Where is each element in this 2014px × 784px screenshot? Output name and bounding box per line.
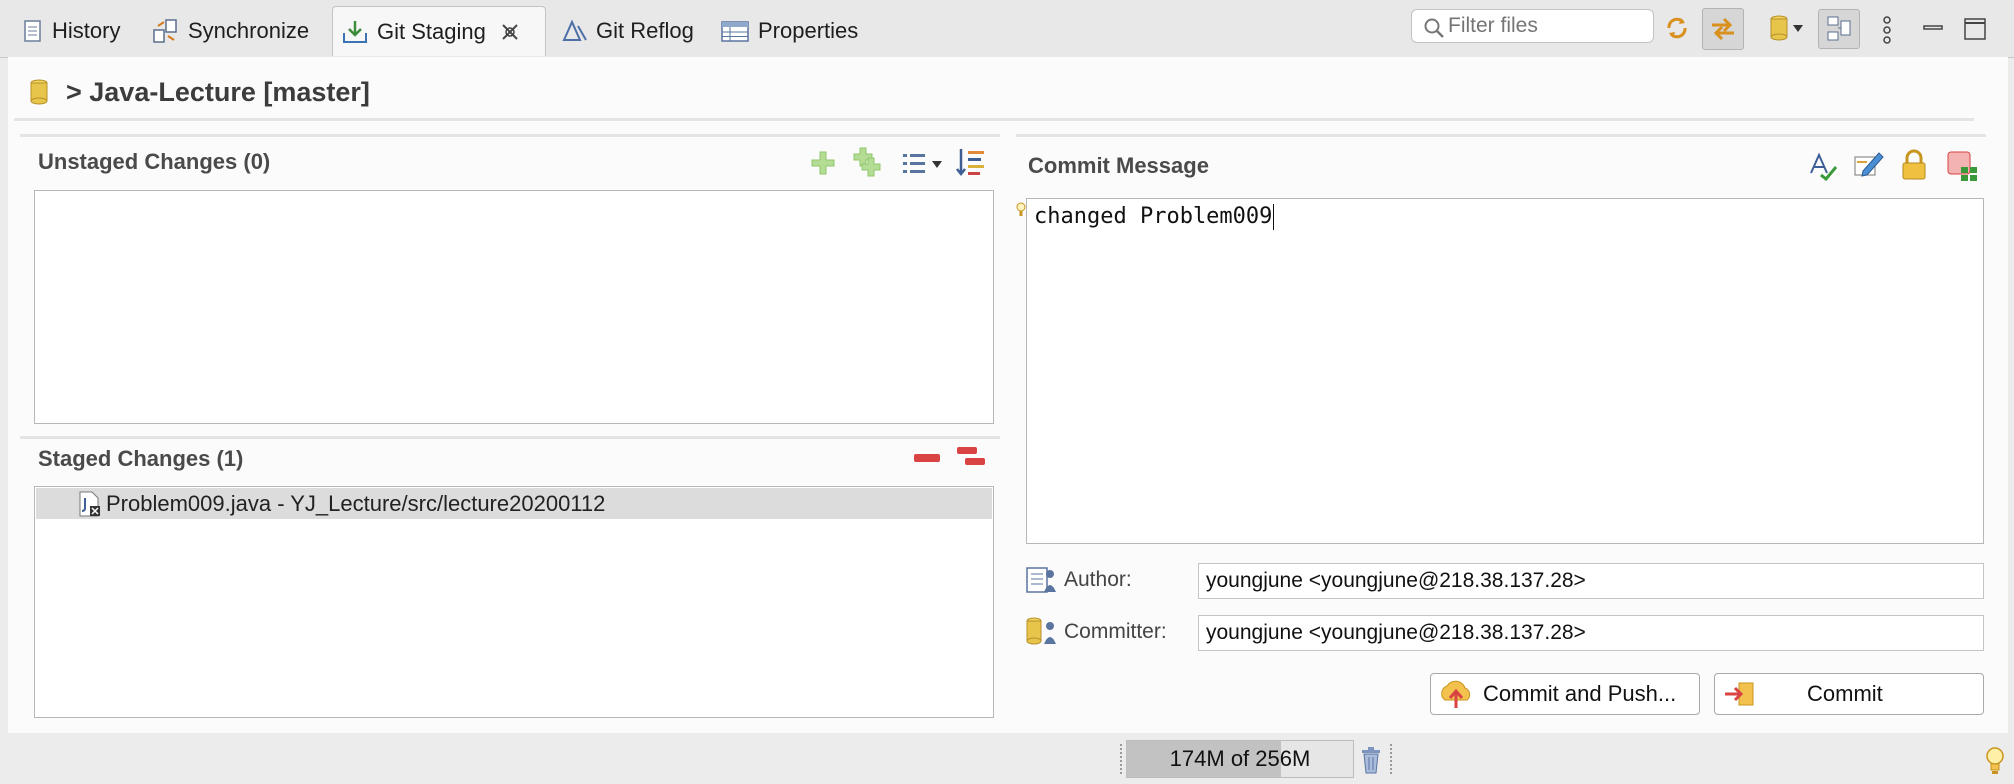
refresh-button[interactable]: [1662, 13, 1692, 43]
history-icon: [24, 20, 41, 42]
status-grip-right: [1390, 744, 1395, 774]
view-menu-button[interactable]: [1874, 13, 1900, 47]
remove-icon: [914, 454, 940, 462]
tab-history-label: History: [52, 18, 121, 43]
remove-all-icon: [957, 447, 985, 465]
repository-icon: [30, 79, 48, 105]
commit-message-text: changed Problem009: [1034, 204, 1273, 229]
tab-history[interactable]: History: [14, 6, 140, 56]
commit-button[interactable]: Commit: [1714, 673, 1984, 715]
committer-label: Committer:: [1064, 620, 1167, 643]
sort-button[interactable]: [954, 146, 988, 178]
add-icon: [811, 151, 835, 175]
commit-top-divider: [1016, 134, 1986, 137]
close-icon[interactable]: [498, 20, 522, 44]
commit-and-push-label: Commit and Push...: [1483, 681, 1677, 706]
repository-header: > Java-Lecture [master]: [28, 74, 370, 110]
commit-push-icon: [1441, 680, 1471, 708]
tips-button[interactable]: [1982, 744, 2008, 778]
stage-selected-button[interactable]: [808, 148, 838, 178]
repository-icon: [1770, 15, 1788, 41]
tab-git-staging-label: Git Staging: [377, 18, 486, 44]
unstaged-top-divider: [20, 134, 1000, 137]
repository-title: > Java-Lecture [master]: [66, 76, 370, 107]
chevron-down-icon: [932, 161, 942, 168]
staged-top-divider: [20, 436, 1000, 439]
change-id-button[interactable]: [1944, 148, 1980, 184]
staged-file-row[interactable]: Problem009.java - YJ_Lecture/src/lecture…: [36, 488, 992, 519]
java-file-icon: [79, 491, 100, 516]
tab-properties[interactable]: Properties: [712, 6, 872, 56]
properties-icon: [721, 21, 749, 42]
staged-file-label: Problem009.java - YJ_Lecture/src/lecture…: [106, 490, 606, 516]
commit-icon: [1725, 682, 1754, 706]
tab-properties-label: Properties: [758, 18, 859, 43]
git-reflog-icon: [562, 19, 587, 41]
commit-message-title: Commit Message: [1028, 153, 1209, 178]
spell-check-button[interactable]: [1806, 150, 1840, 182]
minimize-icon: [1923, 25, 1943, 30]
author-field[interactable]: youngjune <youngjune@218.38.137.28>: [1198, 563, 1984, 599]
filter-files-field[interactable]: [1411, 9, 1654, 43]
unstage-selected-button[interactable]: [912, 450, 942, 466]
vertical-layout-button[interactable]: [1818, 9, 1860, 49]
committer-field[interactable]: youngjune <youngjune@218.38.137.28>: [1198, 615, 1984, 651]
tab-git-reflog[interactable]: Git Reflog: [552, 6, 702, 56]
amend-button[interactable]: [1852, 148, 1886, 180]
tab-synchronize-label: Synchronize: [188, 18, 310, 43]
sign-off-button[interactable]: [1898, 148, 1930, 182]
unstaged-changes-title: Unstaged Changes (0): [38, 149, 271, 174]
status-grip: [1120, 744, 1125, 774]
author-icon: [1026, 567, 1056, 593]
author-label: Author:: [1064, 568, 1132, 591]
commit-message-textarea[interactable]: changed Problem009: [1026, 198, 1984, 544]
maximize-button[interactable]: [1960, 12, 1990, 46]
commit-label: Commit: [1807, 681, 1883, 706]
search-icon: [1424, 18, 1444, 38]
filter-files-input[interactable]: [1446, 13, 1646, 39]
refresh-icon: [1667, 17, 1687, 39]
staged-changes-title: Staged Changes (1): [38, 446, 244, 471]
edit-pencil-icon: [1854, 152, 1884, 177]
gerrit-change-id-icon: [1947, 151, 1977, 181]
header-divider: [14, 118, 1974, 121]
content-assist-hint-icon: [1016, 202, 1026, 216]
presentation-menu-button[interactable]: [898, 150, 946, 178]
minimize-button[interactable]: [1918, 12, 1948, 42]
chevron-down-icon: [1793, 25, 1803, 32]
list-icon: [903, 154, 925, 173]
sort-icon: [956, 149, 984, 177]
layout-icon: [1827, 16, 1851, 41]
staged-changes-list[interactable]: [34, 486, 994, 718]
trash-icon: [1362, 747, 1380, 774]
spell-check-icon: [1810, 152, 1838, 181]
link-selection-icon: [1712, 17, 1734, 41]
status-bar: [0, 736, 2014, 784]
tab-git-reflog-label: Git Reflog: [596, 18, 694, 43]
repository-menu-button[interactable]: [1766, 13, 1806, 43]
unstage-all-button[interactable]: [954, 444, 988, 470]
more-vertical-icon: [1883, 16, 1891, 44]
stage-all-button[interactable]: [850, 146, 884, 178]
run-garbage-collector-button[interactable]: [1356, 742, 1386, 778]
link-selection-button[interactable]: [1702, 8, 1744, 50]
add-all-icon: [853, 147, 881, 177]
tab-synchronize[interactable]: Synchronize: [144, 6, 324, 56]
committer-icon: [1026, 617, 1056, 645]
lock-icon: [1902, 149, 1926, 180]
heap-status-text: 174M of 256M: [1169, 746, 1311, 771]
commit-and-push-button[interactable]: Commit and Push...: [1430, 673, 1700, 715]
maximize-icon: [1964, 18, 1986, 40]
unstaged-changes-list[interactable]: [34, 190, 994, 424]
synchronize-icon: [153, 19, 177, 43]
lightbulb-icon: [1986, 747, 2004, 774]
tab-git-staging[interactable]: Git Staging: [332, 6, 546, 56]
text-cursor: [1273, 204, 1275, 230]
git-staging-icon: [343, 20, 367, 43]
